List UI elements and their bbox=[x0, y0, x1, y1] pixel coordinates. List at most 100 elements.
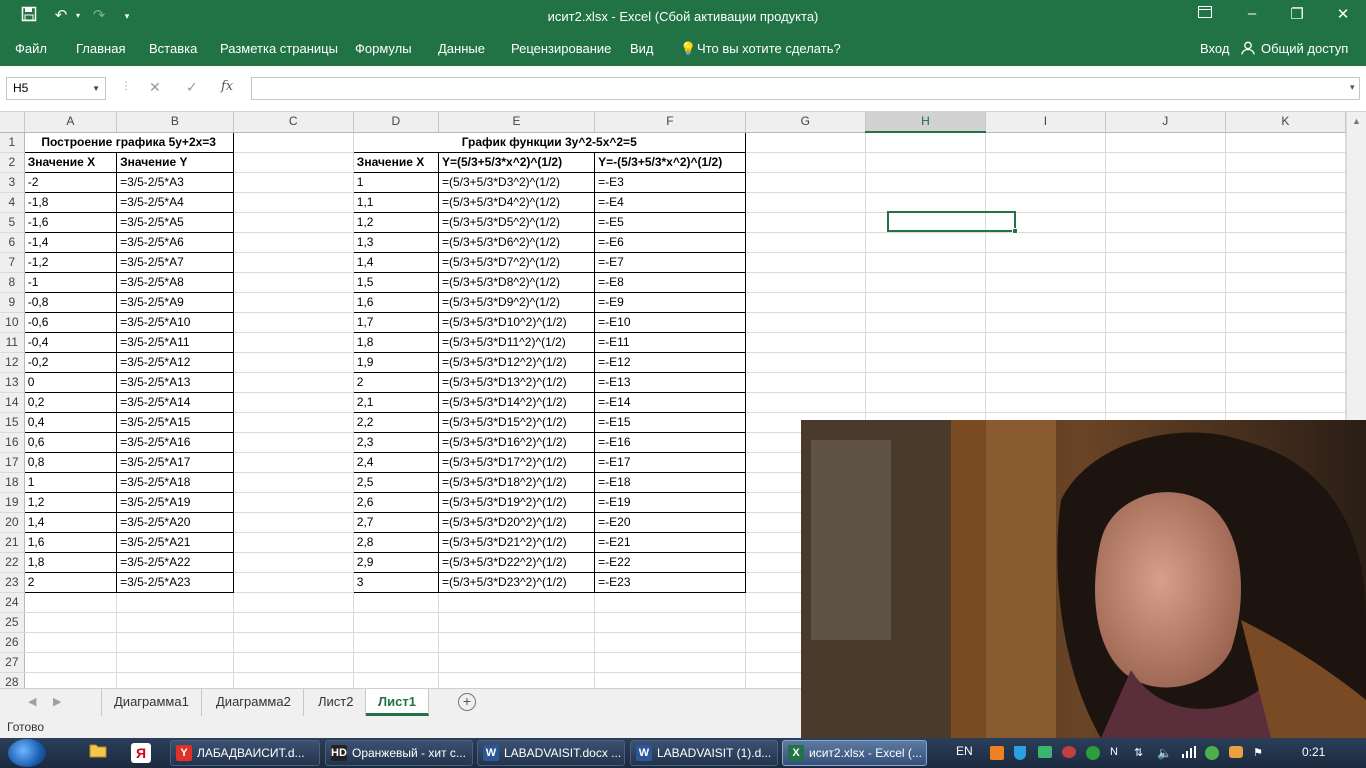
cell-a12[interactable]: -0,2 bbox=[23, 351, 118, 373]
cell-j5[interactable] bbox=[1105, 212, 1226, 233]
cell-d23[interactable]: 3 bbox=[352, 571, 439, 593]
tab-formulas[interactable]: Формулы bbox=[355, 41, 412, 56]
cell-b7[interactable]: =3/5-2/5*A7 bbox=[116, 251, 234, 273]
cell-a5[interactable]: -1,6 bbox=[23, 211, 118, 233]
cell-i13[interactable] bbox=[985, 372, 1106, 393]
flag-icon[interactable]: ⚑ bbox=[1253, 746, 1263, 759]
row-header[interactable]: 9 bbox=[0, 292, 25, 313]
start-button[interactable] bbox=[8, 739, 46, 767]
signin-link[interactable]: Вход bbox=[1200, 41, 1229, 56]
row-header[interactable]: 1 bbox=[0, 132, 25, 153]
row-header[interactable]: 10 bbox=[0, 312, 25, 333]
chevron-down-icon[interactable]: ▼ bbox=[92, 78, 100, 99]
nvidia-icon[interactable]: N bbox=[1110, 746, 1118, 758]
cell-g2[interactable] bbox=[745, 152, 866, 173]
cell-i3[interactable] bbox=[985, 172, 1106, 193]
cell-d5[interactable]: 1,2 bbox=[352, 211, 439, 233]
cell-j7[interactable] bbox=[1105, 252, 1226, 273]
cell-i6[interactable] bbox=[985, 232, 1106, 253]
next-sheet-icon[interactable]: ▶ bbox=[53, 695, 61, 708]
cell-h14[interactable] bbox=[865, 392, 987, 413]
cell-b24[interactable] bbox=[116, 592, 234, 613]
scroll-up-icon[interactable]: ▲ bbox=[1352, 116, 1361, 126]
cell-e11[interactable]: =(5/3+5/3*D11^2)^(1/2) bbox=[437, 331, 596, 353]
cell-c20[interactable] bbox=[233, 512, 354, 533]
cell-d22[interactable]: 2,9 bbox=[352, 551, 439, 573]
cell-c23[interactable] bbox=[233, 572, 354, 593]
cell-h10[interactable] bbox=[865, 312, 987, 333]
row-header[interactable]: 4 bbox=[0, 192, 25, 213]
cell-e8[interactable]: =(5/3+5/3*D8^2)^(1/2) bbox=[437, 271, 596, 293]
cell-i14[interactable] bbox=[985, 392, 1106, 413]
cell-d18[interactable]: 2,5 bbox=[352, 471, 439, 493]
cell-e19[interactable]: =(5/3+5/3*D19^2)^(1/2) bbox=[437, 491, 596, 513]
column-header-f[interactable]: F bbox=[594, 112, 746, 133]
cell-j6[interactable] bbox=[1105, 232, 1226, 253]
cell-g13[interactable] bbox=[745, 372, 866, 393]
cell-c14[interactable] bbox=[233, 392, 354, 413]
cell-d12[interactable]: 1,9 bbox=[352, 351, 439, 373]
cell-b23[interactable]: =3/5-2/5*A23 bbox=[116, 571, 234, 593]
cell-b18[interactable]: =3/5-2/5*A18 bbox=[116, 471, 234, 493]
cell-c17[interactable] bbox=[233, 452, 354, 473]
explorer-icon[interactable] bbox=[87, 742, 109, 764]
cell-f21[interactable]: =-E21 bbox=[594, 531, 746, 553]
cell-j3[interactable] bbox=[1105, 172, 1226, 193]
cell-f11[interactable]: =-E11 bbox=[594, 331, 746, 353]
cell-a24[interactable] bbox=[24, 592, 118, 613]
taskbar-button-2[interactable]: HD Оранжевый - хит с... bbox=[325, 740, 473, 766]
cell-j9[interactable] bbox=[1105, 292, 1226, 313]
tell-me-box[interactable]: Что вы хотите сделать? bbox=[697, 41, 841, 56]
cell-d28[interactable] bbox=[353, 672, 439, 688]
cell-f22[interactable]: =-E22 bbox=[594, 551, 746, 573]
maximize-icon[interactable]: ❐ bbox=[1282, 5, 1312, 23]
cell-g9[interactable] bbox=[745, 292, 866, 313]
cell-e26[interactable] bbox=[438, 632, 596, 653]
cell-a23[interactable]: 2 bbox=[23, 571, 118, 593]
cell-b20[interactable]: =3/5-2/5*A20 bbox=[116, 511, 234, 533]
select-all-corner[interactable] bbox=[0, 112, 25, 133]
row-header[interactable]: 15 bbox=[0, 412, 25, 433]
cell-c27[interactable] bbox=[233, 652, 354, 673]
column-header-h[interactable]: H bbox=[865, 112, 987, 133]
cell-e3[interactable]: =(5/3+5/3*D3^2)^(1/2) bbox=[437, 171, 596, 193]
cell-h4[interactable] bbox=[865, 192, 987, 213]
language-indicator[interactable]: EN bbox=[956, 744, 973, 758]
cell-c2[interactable] bbox=[233, 152, 354, 173]
cell-c21[interactable] bbox=[233, 532, 354, 553]
cell-g3[interactable] bbox=[745, 172, 866, 193]
cell-d9[interactable]: 1,6 bbox=[352, 291, 439, 313]
cell-f27[interactable] bbox=[594, 652, 746, 673]
cell-e10[interactable]: =(5/3+5/3*D10^2)^(1/2) bbox=[437, 311, 596, 333]
cell-b4[interactable]: =3/5-2/5*A4 bbox=[116, 191, 234, 213]
cell-k12[interactable] bbox=[1225, 352, 1346, 373]
row-header[interactable]: 17 bbox=[0, 452, 25, 473]
cell-f24[interactable] bbox=[594, 592, 746, 613]
cell-b3[interactable]: =3/5-2/5*A3 bbox=[116, 171, 234, 193]
cell-c3[interactable] bbox=[233, 172, 354, 193]
cell-b5[interactable]: =3/5-2/5*A5 bbox=[116, 211, 234, 233]
row-header[interactable]: 19 bbox=[0, 492, 25, 513]
cell-g8[interactable] bbox=[745, 272, 866, 293]
cell-g11[interactable] bbox=[745, 332, 866, 353]
cell-e14[interactable]: =(5/3+5/3*D14^2)^(1/2) bbox=[437, 391, 596, 413]
cell-b11[interactable]: =3/5-2/5*A11 bbox=[116, 331, 234, 353]
cell-b6[interactable]: =3/5-2/5*A6 bbox=[116, 231, 234, 253]
cell-k4[interactable] bbox=[1225, 192, 1346, 213]
cell-e16[interactable]: =(5/3+5/3*D16^2)^(1/2) bbox=[437, 431, 596, 453]
tab-file[interactable]: Файл bbox=[15, 41, 47, 56]
cell-j8[interactable] bbox=[1105, 272, 1226, 293]
cell-h7[interactable] bbox=[865, 252, 987, 273]
ribbon-display-icon[interactable] bbox=[1190, 5, 1220, 22]
cell-e15[interactable]: =(5/3+5/3*D15^2)^(1/2) bbox=[437, 411, 596, 433]
taskbar-button-3[interactable]: W LABADVAISIT.docx ... bbox=[477, 740, 625, 766]
insert-function-icon[interactable]: fx bbox=[221, 79, 233, 94]
cell-d25[interactable] bbox=[353, 612, 439, 633]
cell-k7[interactable] bbox=[1225, 252, 1346, 273]
cell-j13[interactable] bbox=[1105, 372, 1226, 393]
cell-f18[interactable]: =-E18 bbox=[594, 471, 746, 493]
row-header[interactable]: 26 bbox=[0, 632, 25, 653]
cell-d6[interactable]: 1,3 bbox=[352, 231, 439, 253]
cell-k9[interactable] bbox=[1225, 292, 1346, 313]
cell-f23[interactable]: =-E23 bbox=[594, 571, 746, 593]
